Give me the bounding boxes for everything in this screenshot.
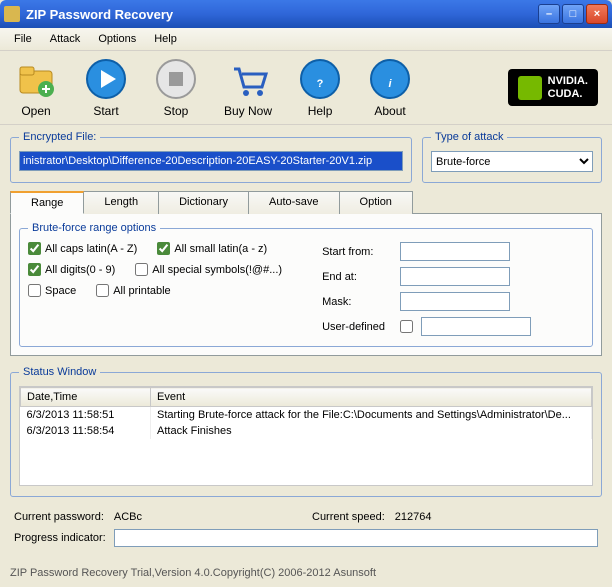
minimize-button[interactable]: – [538,4,560,24]
current-info: Current password: ACBc Current speed: 2127… [14,511,598,523]
endat-input[interactable] [400,267,510,286]
play-icon [84,57,128,101]
current-password-label: Current password: [14,511,104,523]
nvidia-brand: NVIDIA. [548,75,588,87]
menu-file[interactable]: File [6,31,40,47]
app-icon [4,6,20,22]
start-button[interactable]: Start [84,57,128,118]
brute-force-options-group: Brute-force range options All caps latin… [19,222,593,347]
endat-label: End at: [322,271,392,283]
help-button[interactable]: ? Help [298,57,342,118]
nvidia-icon [518,76,542,100]
start-label: Start [93,104,118,118]
about-label: About [374,104,405,118]
current-speed-value: 212764 [395,511,432,523]
stop-button[interactable]: Stop [154,57,198,118]
about-button[interactable]: i About [368,57,412,118]
space-checkbox[interactable]: Space [28,284,76,297]
progress-bar [114,529,598,547]
tab-dictionary[interactable]: Dictionary [158,191,249,214]
footer-text: ZIP Password Recovery Trial,Version 4.0.… [0,559,612,587]
folder-open-icon [14,57,58,101]
table-row[interactable]: 6/3/2013 11:58:51Starting Brute-force at… [21,407,592,424]
tab-autosave[interactable]: Auto-save [248,191,340,214]
toolbar: Open Start Stop Buy Now ? Help i About N… [0,51,612,125]
tabs: Range Length Dictionary Auto-save Option [10,191,602,214]
nvidia-badge: NVIDIA.CUDA. [508,69,598,105]
userdef-checkbox[interactable] [400,320,413,333]
progress-row: Progress indicator: [14,529,598,547]
tab-length[interactable]: Length [83,191,159,214]
col-event[interactable]: Event [151,388,592,407]
menubar: File Attack Options Help [0,28,612,51]
status-table: Date,Time Event 6/3/2013 11:58:51Startin… [20,387,592,439]
buy-button[interactable]: Buy Now [224,57,272,118]
symbols-checkbox[interactable]: All special symbols(!@#...) [135,263,282,276]
buy-label: Buy Now [224,104,272,118]
caps-checkbox[interactable]: All caps latin(A - Z) [28,242,137,255]
startfrom-label: Start from: [322,246,392,258]
maximize-button[interactable]: □ [562,4,584,24]
mask-label: Mask: [322,296,392,308]
current-password-value: ACBc [114,511,142,523]
titlebar: ZIP Password Recovery – □ × [0,0,612,28]
attack-type-group: Type of attack Brute-force [422,131,602,183]
col-datetime[interactable]: Date,Time [21,388,151,407]
small-checkbox[interactable]: All small latin(a - z) [157,242,267,255]
encrypted-file-group: Encrypted File: [10,131,412,183]
nvidia-product: CUDA. [548,88,583,100]
svg-text:?: ? [317,78,324,90]
help-label: Help [308,104,333,118]
info-icon: i [368,57,412,101]
status-window-group: Status Window Date,Time Event 6/3/2013 1… [10,366,602,497]
stop-label: Stop [164,104,189,118]
progress-label: Progress indicator: [14,532,106,544]
tab-range[interactable]: Range [10,191,84,214]
menu-attack[interactable]: Attack [42,31,89,47]
userdef-input[interactable] [421,317,531,336]
attack-type-select[interactable]: Brute-force [431,151,593,172]
userdef-label: User-defined [322,321,392,333]
open-button[interactable]: Open [14,57,58,118]
encrypted-file-legend: Encrypted File: [19,131,100,143]
close-button[interactable]: × [586,4,608,24]
status-legend: Status Window [19,366,100,378]
bf-legend: Brute-force range options [28,222,160,234]
help-icon: ? [298,57,342,101]
cart-icon [226,57,270,101]
open-label: Open [21,104,50,118]
printable-checkbox[interactable]: All printable [96,284,170,297]
attack-type-legend: Type of attack [431,131,507,143]
mask-input[interactable] [400,292,510,311]
digits-checkbox[interactable]: All digits(0 - 9) [28,263,115,276]
tab-body: Brute-force range options All caps latin… [10,213,602,356]
table-row[interactable]: 6/3/2013 11:58:54Attack Finishes [21,423,592,439]
stop-icon [154,57,198,101]
menu-options[interactable]: Options [90,31,144,47]
tab-option[interactable]: Option [339,191,413,214]
menu-help[interactable]: Help [146,31,185,47]
current-speed-label: Current speed: [312,511,385,523]
encrypted-file-input[interactable] [19,151,403,171]
startfrom-input[interactable] [400,242,510,261]
window-title: ZIP Password Recovery [26,7,536,22]
